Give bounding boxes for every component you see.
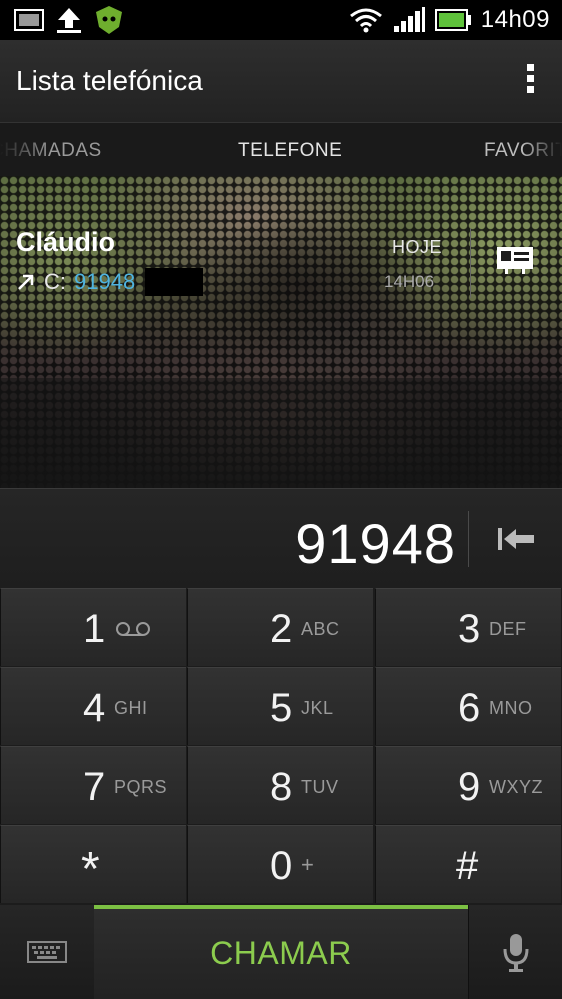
wifi-icon — [349, 7, 383, 33]
key-9[interactable]: 9 WXYZ — [375, 746, 561, 824]
dial-divider — [468, 511, 469, 567]
tab-fade-right — [522, 123, 562, 177]
key-letters: ABC — [301, 619, 340, 639]
key-digit: 4 — [83, 686, 106, 730]
gallery-notification-icon — [14, 8, 44, 32]
voice-dial-button[interactable] — [468, 905, 562, 999]
recent-call-card[interactable] — [0, 176, 562, 488]
recent-call-day: HOJE — [392, 237, 443, 257]
key-letters: TUV — [301, 777, 339, 797]
key-digit: 5 — [270, 686, 293, 730]
key-digit: 3 — [458, 607, 481, 651]
upload-icon — [56, 6, 82, 34]
microphone-icon — [503, 934, 529, 972]
recent-call-overlay — [0, 378, 562, 488]
tab-bar: CHAMADAS TELEFONE FAVORITOS — [0, 122, 562, 177]
redaction-block — [145, 268, 204, 296]
card-divider — [470, 228, 471, 298]
key-digit: 0 — [270, 844, 293, 888]
page-title: Lista telefónica — [16, 65, 203, 96]
key-letters: GHI — [114, 698, 148, 718]
key-digit: # — [456, 844, 479, 888]
bottom-bar: CHAMAR — [0, 905, 562, 999]
key-2[interactable]: 2 ABC — [187, 588, 373, 666]
keyboard-toggle-button[interactable] — [0, 905, 95, 999]
battery-icon — [434, 9, 471, 31]
backspace-icon[interactable] — [496, 525, 536, 553]
dial-keypad: 1 2 ABC 3 DEF 4 GHI 5 JKL 6 MNO 7 PQRS 8… — [0, 588, 562, 904]
overflow-menu-icon[interactable] — [524, 64, 536, 100]
recent-call-time: 14H06 — [384, 272, 435, 291]
key-letters: WXYZ — [489, 777, 543, 797]
key-digit: 2 — [270, 607, 293, 651]
key-digit: 6 — [458, 686, 481, 730]
dialed-number[interactable]: 91948 — [295, 511, 456, 576]
key-8[interactable]: 8 TUV — [187, 746, 373, 824]
key-letters: DEF — [489, 619, 527, 639]
signal-icon — [393, 7, 425, 33]
key-digit: 9 — [458, 765, 481, 809]
outgoing-call-icon — [18, 274, 34, 290]
app-bar: Lista telefónica — [0, 40, 562, 122]
recent-call-name: Cláudio — [16, 227, 115, 257]
recent-call-number-type: C: — [44, 269, 66, 294]
voicemail-icon — [116, 622, 150, 636]
call-button[interactable]: CHAMAR — [94, 905, 468, 999]
key-letters: PQRS — [114, 777, 168, 797]
call-button-label: CHAMAR — [210, 935, 352, 971]
status-clock: 14h09 — [480, 6, 550, 33]
key-letters: + — [301, 852, 315, 877]
key-3[interactable]: 3 DEF — [375, 588, 561, 666]
tab-phone[interactable]: TELEFONE — [238, 140, 342, 162]
key-5[interactable]: 5 JKL — [187, 667, 373, 745]
key-4[interactable]: 4 GHI — [0, 667, 186, 745]
key-star[interactable]: * — [0, 825, 186, 903]
antivirus-icon — [94, 5, 124, 35]
key-0[interactable]: 0 + — [187, 825, 373, 903]
dial-display: 91948 — [0, 488, 562, 589]
recent-call-number-line: C: 91948 — [16, 268, 204, 296]
key-digit: 7 — [83, 765, 106, 809]
keyboard-icon — [27, 941, 67, 963]
key-hash[interactable]: # — [375, 825, 561, 903]
tab-fade-left — [0, 123, 50, 177]
status-bar: 14h09 — [0, 0, 562, 40]
key-7[interactable]: 7 PQRS — [0, 746, 186, 824]
key-digit: 8 — [270, 765, 293, 809]
key-digit: 1 — [83, 607, 106, 651]
key-6[interactable]: 6 MNO — [375, 667, 561, 745]
key-digit: * — [81, 843, 100, 896]
contact-card-icon[interactable] — [496, 246, 534, 274]
key-letters: JKL — [301, 698, 334, 718]
key-1[interactable]: 1 — [0, 588, 186, 666]
recent-call-number[interactable]: 91948 — [74, 269, 135, 295]
key-letters: MNO — [489, 698, 533, 718]
